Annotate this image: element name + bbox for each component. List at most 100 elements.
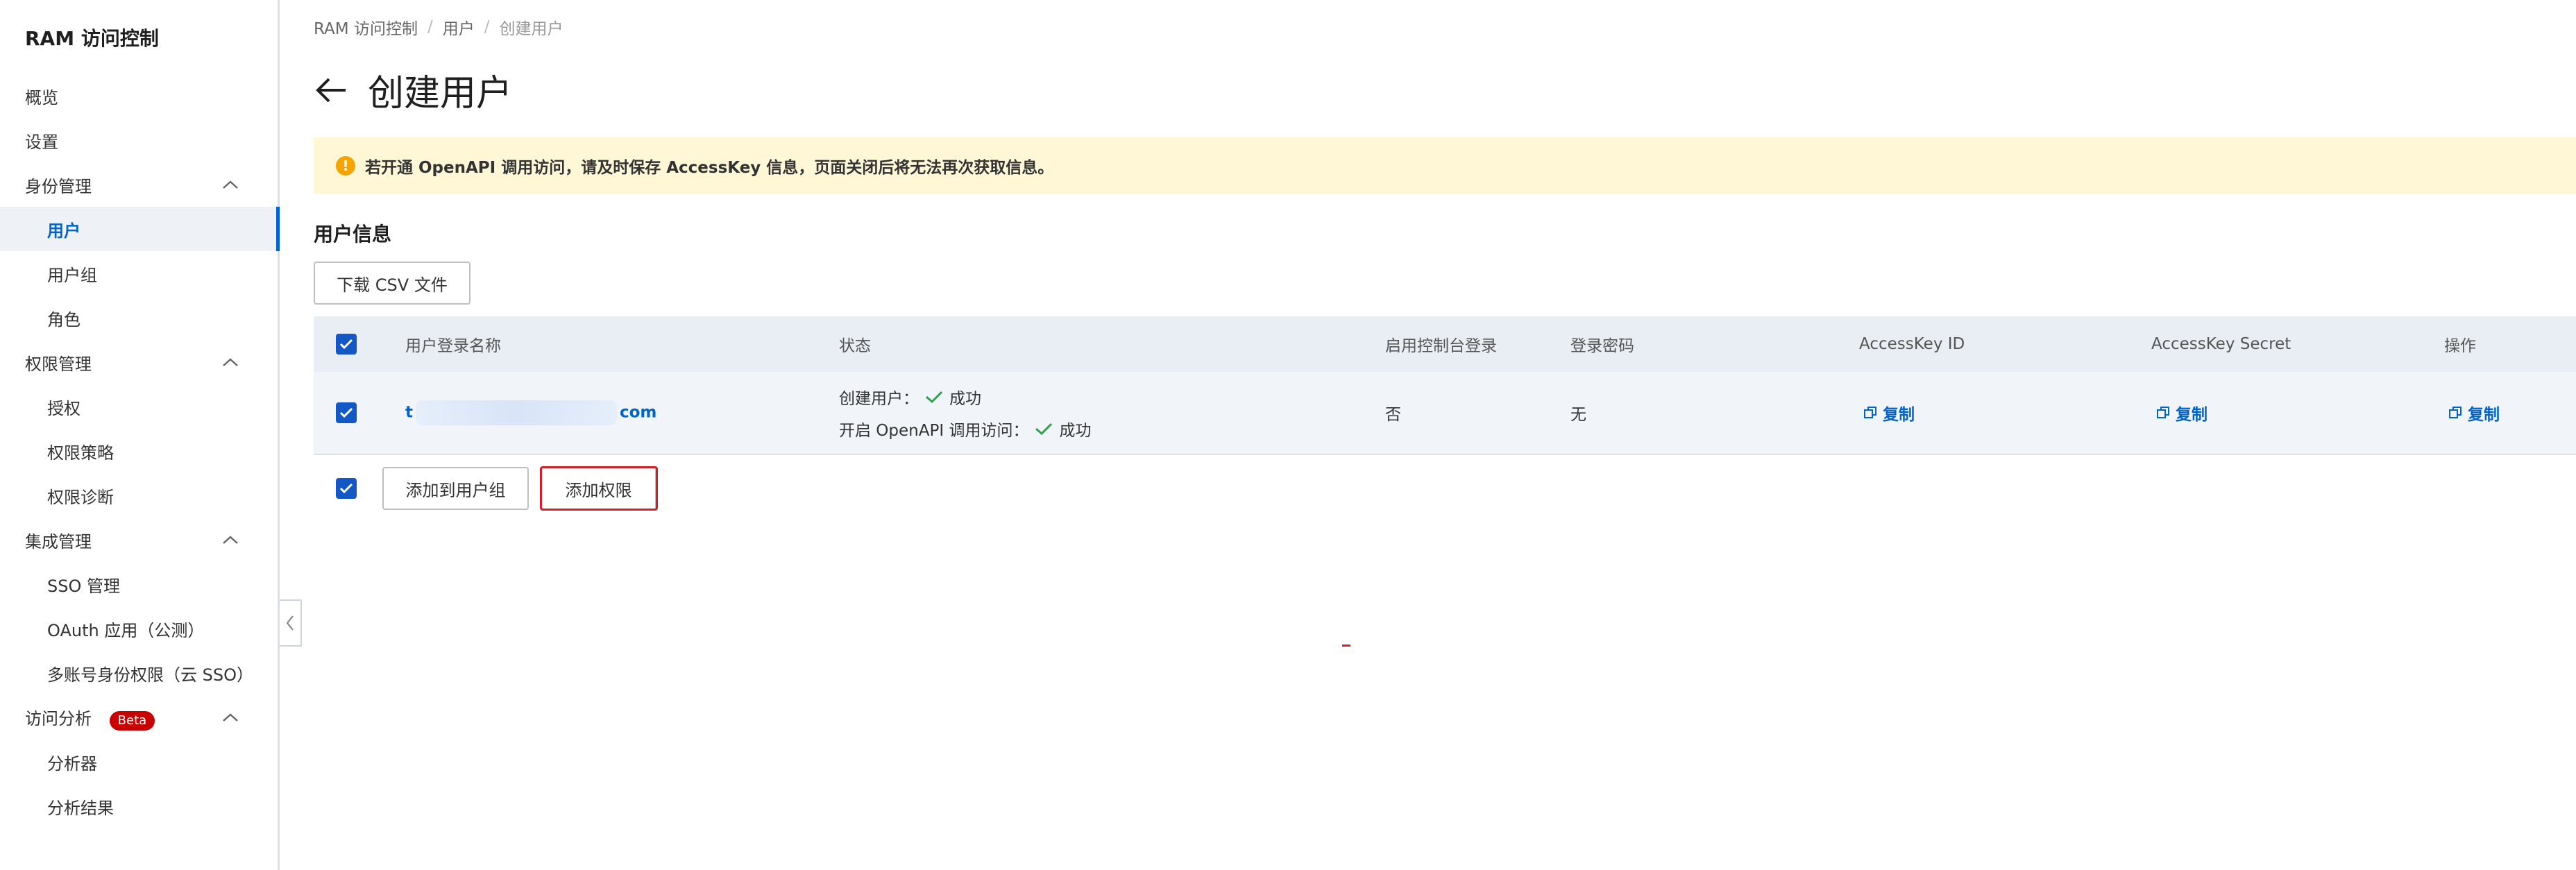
sidebar-item-grants[interactable]: 授权 [0,384,278,429]
sidebar-item-label: 集成管理 [25,531,92,552]
sidebar-item-users[interactable]: 用户 [0,207,280,251]
sidebar: RAM 访问控制 概览 设置 身份管理 用户 用户组 角色 权限管理 授权 权限… [0,0,280,870]
copy-label: 复制 [2468,406,2500,424]
success-check-icon [1035,423,1053,436]
copy-all-button[interactable]: 复制 [2448,401,2500,425]
copy-label: 复制 [2176,406,2208,424]
warning-icon: ! [336,156,355,176]
column-header-actions: 操作 [2444,337,2476,355]
sidebar-item-roles[interactable]: 角色 [0,296,278,340]
sidebar-item-label: 访问分析 [25,708,92,728]
copy-access-key-secret-button[interactable]: 复制 [2156,401,2208,425]
footer-select-all-checkbox[interactable] [336,478,357,499]
sidebar-item-label: 权限管理 [25,354,92,374]
sidebar-item-label: 概览 [25,87,58,108]
table-header: 用户登录名称 状态 启用控制台登录 登录密码 AccessKey ID Acce… [314,316,2576,372]
sidebar-item-diagnosis[interactable]: 权限诊断 [0,473,278,518]
chevron-up-icon [223,358,238,366]
column-header-console-login: 启用控制台登录 [1385,337,1497,355]
checkbox-checked [336,402,357,423]
page-title: 创建用户 [368,73,513,114]
sidebar-item-label: 分析结果 [47,798,114,818]
sidebar-item-label: 多账号身份权限（云 SSO） [47,665,253,685]
password-cell: 无 [1570,406,1586,424]
main-content: RAM 访问控制 / 用户 / 创建用户 创建用户 ! 若开通 OpenAPI … [314,0,2576,870]
sidebar-item-overview[interactable]: 概览 [0,74,278,118]
breadcrumb-separator: / [427,18,433,36]
sidebar-item-label: 身份管理 [25,176,92,196]
sidebar-item-label: SSO 管理 [47,576,120,596]
sidebar-title: RAM 访问控制 [25,27,159,50]
sidebar-item-label: 分析器 [47,753,97,774]
username-link[interactable]: t com [405,400,656,425]
sidebar-item-label: 用户 [47,221,80,241]
check-icon [339,483,353,494]
sidebar-item-label: 设置 [25,132,58,152]
chevron-up-icon [223,713,238,722]
sidebar-item-settings[interactable]: 设置 [0,118,278,162]
sidebar-group-permissions[interactable]: 权限管理 [0,340,278,384]
sidebar-item-label: OAuth 应用（公测） [47,620,205,640]
sidebar-item-label: 权限诊断 [47,487,114,507]
add-permission-button[interactable]: 添加权限 [541,467,656,510]
sidebar-item-label: 授权 [47,398,80,418]
section-title: 用户信息 [314,223,392,246]
sidebar-item-cloud-sso[interactable]: 多账号身份权限（云 SSO） [0,651,278,695]
check-icon [339,339,353,350]
ram-console-page: RAM 访问控制 概览 设置 身份管理 用户 用户组 角色 权限管理 授权 权限… [0,0,2576,870]
row-checkbox[interactable] [336,372,357,454]
breadcrumb-item-current: 创建用户 [499,20,564,38]
sidebar-group-identity[interactable]: 身份管理 [0,162,278,207]
add-to-user-group-button[interactable]: 添加到用户组 [382,467,529,510]
sidebar-group-access-analysis[interactable]: 访问分析 Beta [0,695,278,740]
beta-badge: Beta [109,710,155,731]
alert-text: 若开通 OpenAPI 调用访问，请及时保存 AccessKey 信息，页面关闭… [365,159,1054,177]
breadcrumb: RAM 访问控制 / 用户 / 创建用户 [314,15,563,39]
select-all-checkbox[interactable] [336,316,357,372]
access-key-id-cell: 复制 [1863,372,1915,454]
sidebar-item-analyzer[interactable]: 分析器 [0,740,278,784]
breadcrumb-item-ram[interactable]: RAM 访问控制 [314,15,418,39]
sidebar-item-user-groups[interactable]: 用户组 [0,251,278,296]
download-csv-button[interactable]: 下载 CSV 文件 [314,262,471,305]
stray-mark [1342,645,1350,647]
column-header-username: 用户登录名称 [405,337,501,355]
checkbox-checked [336,334,357,355]
sidebar-item-oauth[interactable]: OAuth 应用（公测） [0,606,278,651]
checkbox-checked [336,478,357,499]
arrow-left-icon[interactable] [314,76,348,104]
warning-alert: ! 若开通 OpenAPI 调用访问，请及时保存 AccessKey 信息，页面… [314,137,2576,194]
username-suffix: com [620,403,657,422]
status-cell: 创建用户： 成功 开启 OpenAPI 调用访问： 成功 [839,372,1091,454]
copy-icon [2157,407,2169,418]
copy-icon [1864,407,1876,418]
access-key-secret-cell: 复制 [2156,372,2208,454]
page-header: 创建用户 [314,64,512,116]
sidebar-group-integration[interactable]: 集成管理 [0,518,278,562]
actions-cell: 复制 [2448,372,2500,454]
copy-icon [2449,407,2461,418]
username-cell: t com [405,372,656,454]
redacted-username [416,400,617,425]
copy-access-key-id-button[interactable]: 复制 [1863,401,1915,425]
status-value: 成功 [1059,422,1092,440]
success-check-icon [926,391,943,404]
breadcrumb-separator: / [484,18,490,36]
status-openapi-access: 开启 OpenAPI 调用访问： 成功 [839,417,1091,441]
table-row: t com 创建用户： 成功 开启 OpenAPI 调用访问： 成功 否 无 复… [314,372,2576,455]
column-header-access-key-secret: AccessKey Secret [2151,335,2291,353]
column-header-password: 登录密码 [1570,337,1634,355]
sidebar-group-label-wrap: 访问分析 Beta [25,705,155,731]
sidebar-item-policies[interactable]: 权限策略 [0,429,278,473]
sidebar-collapse-toggle[interactable] [280,599,302,647]
sidebar-item-label: 权限策略 [47,443,114,463]
status-label: 创建用户： [839,390,919,408]
status-value: 成功 [949,390,981,408]
breadcrumb-item-users[interactable]: 用户 [443,15,475,39]
sidebar-item-label: 角色 [47,309,80,330]
console-login-cell: 否 [1385,406,1401,424]
column-header-status: 状态 [839,337,871,355]
sidebar-item-sso[interactable]: SSO 管理 [0,562,278,606]
sidebar-item-analysis-results[interactable]: 分析结果 [0,784,278,828]
chevron-left-icon [286,615,294,631]
